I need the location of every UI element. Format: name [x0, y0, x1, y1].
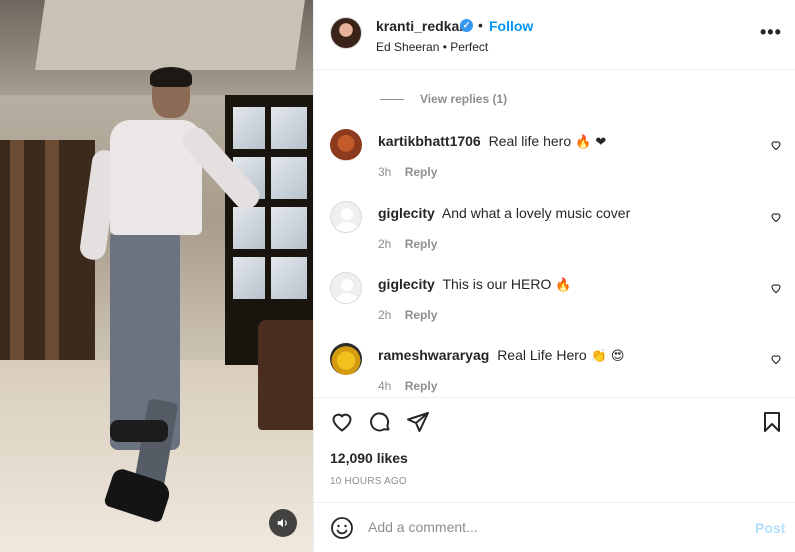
comment-composer: Post — [314, 502, 795, 552]
bookmark-icon[interactable] — [760, 410, 784, 434]
view-replies-label: View replies (1) — [420, 92, 508, 106]
comment-text: rameshwararyag Real Life Hero 👏 😍 — [378, 347, 624, 364]
reply-button[interactable]: Reply — [405, 379, 438, 393]
comment-emojis: 🔥 ❤ — [575, 135, 607, 150]
follow-button[interactable]: Follow — [489, 18, 533, 34]
like-comment-heart-icon[interactable] — [770, 139, 782, 151]
comment-item: rameshwararyag Real Life Hero 👏 😍 4h Rep… — [314, 343, 795, 397]
like-comment-heart-icon[interactable] — [770, 353, 782, 365]
commenter-username[interactable]: kartikbhatt1706 — [378, 133, 481, 149]
comment-time: 4h — [378, 379, 392, 393]
reply-button[interactable]: Reply — [405, 308, 438, 322]
post-comment-button[interactable]: Post — [755, 520, 785, 536]
wood-column — [10, 140, 24, 390]
like-comment-heart-icon[interactable] — [770, 211, 782, 223]
commenter-avatar[interactable] — [330, 201, 362, 233]
comment-text: giglecity And what a lovely music cover — [378, 205, 630, 221]
comment-body: This is our HERO — [442, 276, 552, 292]
comment-time: 2h — [378, 308, 392, 322]
heart-icon[interactable] — [330, 410, 354, 434]
comment-meta: 2h Reply — [378, 308, 437, 322]
replies-divider — [380, 98, 404, 100]
commenter-username[interactable]: giglecity — [378, 205, 435, 221]
comment-meta: 4h Reply — [378, 379, 437, 393]
comment-time: 2h — [378, 237, 392, 251]
mute-toggle-button[interactable] — [269, 509, 297, 537]
share-icon[interactable] — [406, 410, 430, 434]
comment-text: giglecity This is our HERO 🔥 — [378, 276, 571, 293]
default-avatar-icon — [335, 279, 359, 303]
post-details-panel: kranti_redkar ✓ • Follow Ed Sheeran • Pe… — [313, 0, 795, 552]
comment-item: kartikbhatt1706 Real life hero 🔥 ❤ 3h Re… — [314, 129, 795, 193]
commenter-avatar[interactable] — [330, 343, 362, 375]
author-username[interactable]: kranti_redkar — [376, 18, 465, 34]
audio-track-link[interactable]: Ed Sheeran • Perfect — [376, 40, 488, 54]
window-pane — [271, 107, 307, 149]
post-video[interactable] — [0, 0, 313, 552]
default-avatar-icon — [335, 208, 359, 232]
person-shoe — [110, 420, 168, 442]
more-options-icon[interactable]: ••• — [760, 22, 782, 43]
speaker-icon — [277, 518, 287, 528]
commenter-avatar[interactable] — [330, 129, 362, 161]
window-pane — [271, 157, 307, 199]
comment-emojis: 👏 😍 — [590, 349, 625, 364]
comment-meta: 3h Reply — [378, 165, 437, 179]
comments-list[interactable]: View replies (1) kartikbhatt1706 Real li… — [314, 71, 795, 397]
post-timestamp[interactable]: 10 HOURS AGO — [330, 476, 407, 487]
video-sofa — [258, 320, 313, 430]
reply-button[interactable]: Reply — [405, 165, 438, 179]
emoji-icon[interactable] — [330, 516, 354, 540]
verified-badge-icon: ✓ — [460, 19, 473, 32]
commenter-avatar[interactable] — [330, 272, 362, 304]
person-hair — [150, 67, 192, 87]
comment-item: giglecity And what a lovely music cover … — [314, 201, 795, 265]
comment-input[interactable] — [368, 519, 738, 535]
comment-item: giglecity This is our HERO 🔥 2h Reply — [314, 272, 795, 336]
reply-button[interactable]: Reply — [405, 237, 438, 251]
comment-time: 3h — [378, 165, 392, 179]
comment-meta: 2h Reply — [378, 237, 437, 251]
commenter-username[interactable]: giglecity — [378, 276, 435, 292]
commenter-username[interactable]: rameshwararyag — [378, 347, 489, 363]
post-header: kranti_redkar ✓ • Follow Ed Sheeran • Pe… — [314, 0, 795, 70]
like-comment-heart-icon[interactable] — [770, 282, 782, 294]
comment-icon[interactable] — [368, 410, 392, 434]
comment-body: And what a lovely music cover — [441, 205, 631, 221]
window-pane — [271, 257, 307, 299]
view-replies-button[interactable]: View replies (1) — [380, 92, 507, 106]
window-pane — [233, 107, 265, 149]
author-avatar[interactable] — [330, 17, 362, 49]
comment-body: Real Life Hero — [497, 347, 587, 363]
window-pane — [233, 207, 265, 249]
comment-text: kartikbhatt1706 Real life hero 🔥 ❤ — [378, 133, 606, 150]
likes-count[interactable]: 12,090 likes — [330, 450, 408, 466]
comment-emojis: 🔥 — [555, 278, 572, 293]
comment-body: Real life hero — [488, 133, 572, 149]
window-pane — [271, 207, 307, 249]
video-person — [78, 67, 265, 550]
window-pane — [233, 257, 265, 299]
wood-column — [45, 140, 59, 390]
post-actions-bar — [314, 397, 795, 449]
header-separator: • — [478, 17, 483, 33]
video-ceiling-panel — [35, 0, 305, 70]
